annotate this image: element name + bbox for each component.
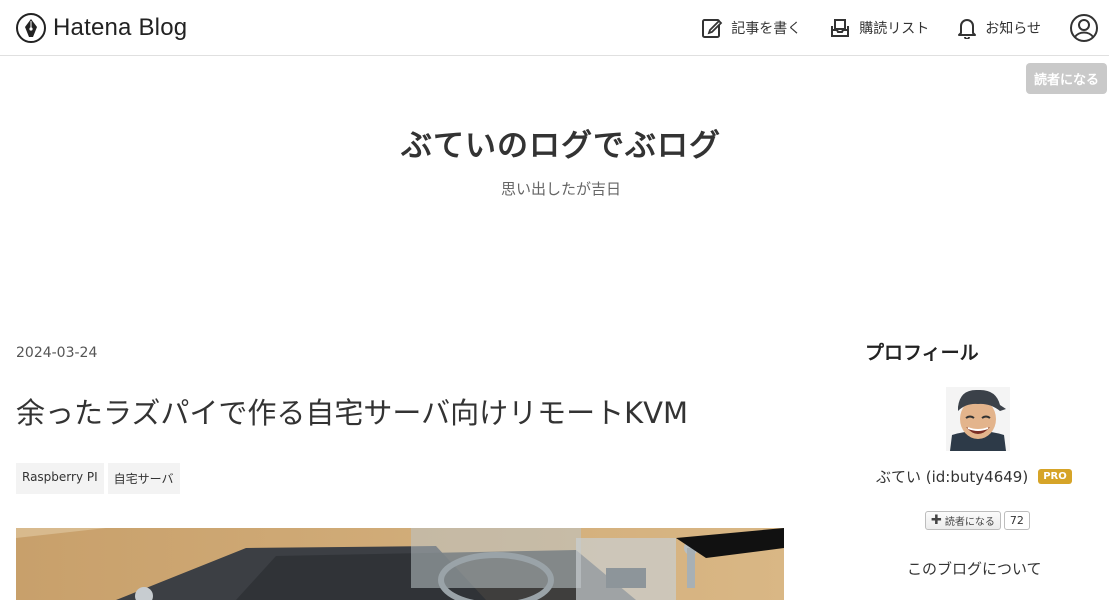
- reading-list-button[interactable]: 購読リスト: [829, 17, 929, 39]
- category-tag[interactable]: Raspberry PI: [16, 463, 104, 494]
- inbox-icon: [829, 17, 851, 39]
- profile-name-row: ぶてい (id:buty4649) PRO: [876, 466, 1072, 487]
- plus-icon: ✚: [931, 513, 942, 528]
- logo-text: Hatena Blog: [53, 14, 188, 41]
- entry-title[interactable]: 余ったラズパイで作る自宅サーバ向けリモートKVM: [16, 390, 806, 432]
- write-entry-button[interactable]: 記事を書く: [701, 17, 801, 39]
- notifications-button[interactable]: お知らせ: [957, 17, 1041, 39]
- blog-title[interactable]: ぶていのログでぶログ: [0, 120, 1109, 165]
- user-menu-button[interactable]: [1069, 13, 1099, 43]
- user-icon: [1069, 14, 1099, 47]
- subscribe-label: 読者になる: [944, 517, 995, 528]
- entry-image[interactable]: [16, 528, 784, 600]
- follow-blog-button[interactable]: 読者になる: [1025, 63, 1107, 94]
- raspberry-pi-photo: [16, 528, 784, 600]
- header-nav: 記事を書く 購読リスト お知らせ: [673, 12, 1099, 44]
- global-header: Hatena Blog 記事を書く 購読リスト お知らせ: [0, 0, 1109, 56]
- blog-description: 思い出したが吉日: [500, 180, 621, 198]
- about-blog-link[interactable]: このブログについて: [907, 558, 1042, 579]
- pro-badge: PRO: [1038, 469, 1072, 484]
- hatena-blog-logo[interactable]: Hatena Blog: [16, 13, 187, 43]
- profile-avatar[interactable]: [946, 387, 1010, 451]
- category-tag[interactable]: 自宅サーバ: [107, 463, 180, 494]
- entry-categories: Raspberry PI 自宅サーバ: [16, 463, 180, 494]
- edit-icon: [701, 17, 723, 39]
- avatar-illustration-icon: [946, 387, 1010, 451]
- pen-nib-icon: [16, 13, 46, 43]
- write-entry-label: 記事を書く: [731, 21, 802, 37]
- reading-list-label: 購読リスト: [859, 21, 930, 37]
- profile-heading: プロフィール: [865, 342, 979, 364]
- subscribe-button[interactable]: ✚ 読者になる: [925, 511, 1001, 530]
- profile-name[interactable]: ぶてい (id:buty4649): [876, 466, 1028, 487]
- subscribe-widget: ✚ 読者になる 72: [925, 511, 1030, 530]
- bell-icon: [957, 17, 977, 39]
- subscriber-count[interactable]: 72: [1003, 511, 1030, 530]
- entry-date[interactable]: 2024-03-24: [16, 345, 97, 361]
- notifications-label: お知らせ: [985, 21, 1041, 37]
